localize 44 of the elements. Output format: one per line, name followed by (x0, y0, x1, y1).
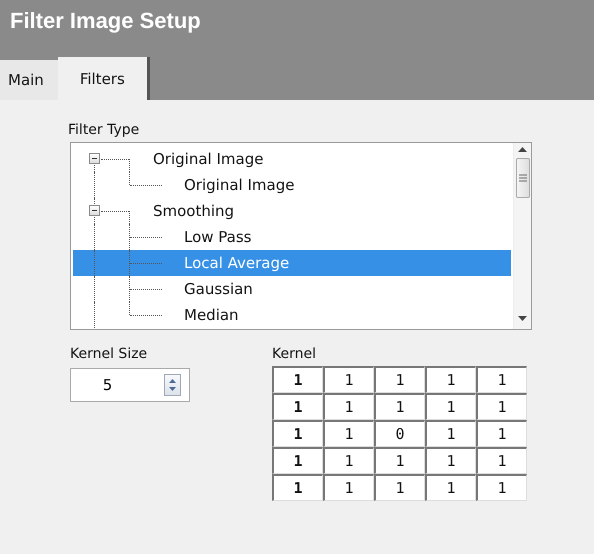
kernel-cell[interactable]: 1 (374, 474, 425, 501)
scrollbar[interactable] (513, 143, 531, 329)
kernel-cell[interactable]: 1 (272, 393, 323, 420)
kernel-size-spinbox[interactable]: 5 (70, 368, 190, 402)
kernel-cell[interactable]: 0 (374, 420, 425, 447)
kernel-label: Kernel (272, 346, 316, 362)
window-title: Filter Image Setup (9, 7, 201, 34)
kernel-cell[interactable]: 1 (374, 366, 425, 393)
spin-arrows-icon[interactable] (164, 374, 181, 396)
tree-item[interactable]: Original Image (73, 172, 513, 198)
collapse-icon[interactable] (89, 205, 100, 216)
tab[interactable]: Main (0, 60, 58, 100)
scroll-thumb[interactable] (516, 158, 530, 198)
tree-item[interactable]: Smoothing (149, 202, 238, 220)
tree-item[interactable]: Original Image (149, 150, 268, 168)
kernel-cell[interactable]: 1 (374, 393, 425, 420)
kernel-cell[interactable]: 1 (323, 420, 374, 447)
kernel-cell[interactable]: 1 (425, 420, 476, 447)
tab[interactable]: Filters (58, 57, 147, 100)
kernel-cell[interactable]: 1 (425, 447, 476, 474)
kernel-size-label: Kernel Size (70, 346, 148, 362)
scroll-up-icon[interactable] (518, 147, 527, 152)
kernel-cell[interactable]: 1 (476, 366, 527, 393)
kernel-cell[interactable]: 1 (323, 474, 374, 501)
kernel-cell[interactable]: 1 (425, 393, 476, 420)
kernel-cell[interactable]: 1 (476, 420, 527, 447)
tree-item[interactable]: Median (73, 302, 513, 328)
kernel-cell[interactable]: 1 (476, 447, 527, 474)
kernel-cell[interactable]: 1 (272, 420, 323, 447)
kernel-cell[interactable]: 1 (323, 393, 374, 420)
kernel-cell[interactable]: 1 (425, 366, 476, 393)
kernel-cell[interactable]: 1 (476, 474, 527, 501)
collapse-icon[interactable] (89, 153, 100, 164)
kernel-cell[interactable]: 1 (374, 447, 425, 474)
kernel-cell[interactable]: 1 (425, 474, 476, 501)
filter-type-label: Filter Type (68, 122, 140, 138)
kernel-cell[interactable]: 1 (476, 393, 527, 420)
kernel-cell[interactable]: 1 (323, 447, 374, 474)
kernel-cell[interactable]: 1 (272, 474, 323, 501)
tree-item[interactable]: Gaussian (73, 276, 513, 302)
kernel-cell[interactable]: 1 (272, 366, 323, 393)
kernel-cell[interactable]: 1 (272, 447, 323, 474)
kernel-cell[interactable]: 1 (323, 366, 374, 393)
scroll-down-icon[interactable] (518, 316, 527, 321)
